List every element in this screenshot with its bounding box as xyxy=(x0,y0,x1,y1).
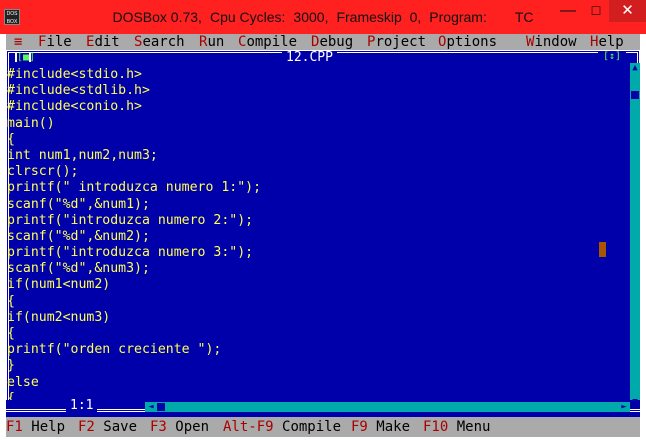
dos-screen: ≡ File Edit Search Run Compile Debug Pro… xyxy=(6,34,640,437)
title-cycles: 3000, xyxy=(293,9,329,25)
code-line[interactable]: printf("orden creciente "); xyxy=(7,342,607,358)
window-title: DOSBox 0.73, Cpu Cycles: 3000, Frameskip 0,… xyxy=(0,9,646,25)
status-make[interactable]: F9 Make xyxy=(351,420,410,434)
text-cursor xyxy=(599,242,606,257)
code-line[interactable]: int num1,num2,num3; xyxy=(7,148,607,164)
code-line[interactable]: #include<stdlib.h> xyxy=(7,83,607,99)
status-compile[interactable]: Alt-F9 Compile xyxy=(223,420,341,434)
code-line[interactable]: else xyxy=(7,375,607,391)
code-line[interactable]: if(num1<num2) xyxy=(7,277,607,293)
window-right-edge xyxy=(640,34,646,443)
menu-help[interactable]: Help xyxy=(590,35,624,49)
maximize-button[interactable]: ☐ xyxy=(583,0,609,22)
menu-options[interactable]: Options xyxy=(438,35,497,49)
scroll-up-arrow-icon[interactable]: ▲ xyxy=(630,63,640,73)
status-help[interactable]: F1 Help xyxy=(6,420,65,434)
title-program-label: Program: xyxy=(429,9,487,25)
code-line[interactable]: printf("introduzca numero 2:"); xyxy=(7,213,607,229)
code-line[interactable]: #include<stdio.h> xyxy=(7,67,607,83)
title-program: TC xyxy=(514,9,534,25)
code-line[interactable]: printf("introduzca numero 3:"); xyxy=(7,245,607,261)
close-button[interactable]: ✕ xyxy=(609,0,646,22)
editor-close-box[interactable]: [■] xyxy=(15,53,35,63)
title-cpu-label: Cpu Cycles: xyxy=(209,9,286,25)
vertical-scroll-thumb[interactable] xyxy=(631,91,639,99)
menu-compile[interactable]: Compile xyxy=(238,35,297,49)
menu-search[interactable]: Search xyxy=(134,35,185,49)
editor-zoom-box[interactable]: [↕] xyxy=(598,51,626,63)
menu-project[interactable]: Project xyxy=(367,35,426,49)
horizontal-scroll-thumb[interactable] xyxy=(157,403,165,411)
code-line[interactable]: main() xyxy=(7,116,607,132)
code-line[interactable]: if(num2<num3) xyxy=(7,310,607,326)
code-line[interactable]: clrscr(); xyxy=(7,164,607,180)
code-line[interactable]: scanf("%d",&num3); xyxy=(7,261,607,277)
menu-system[interactable]: ≡ xyxy=(14,35,22,49)
title-bar[interactable]: DOS BOX DOSBox 0.73, Cpu Cycles: 3000, Fram… xyxy=(0,0,646,34)
menu-file[interactable]: File xyxy=(38,35,72,49)
status-open[interactable]: F3 Open xyxy=(150,420,209,434)
scroll-right-arrow-icon[interactable]: ► xyxy=(618,402,630,412)
code-line[interactable]: } xyxy=(7,358,607,374)
cursor-position: 1:1 xyxy=(66,399,98,412)
code-line[interactable]: { xyxy=(7,326,607,342)
menu-debug[interactable]: Debug xyxy=(311,35,353,49)
code-line[interactable]: scanf("%d",&num1); xyxy=(7,197,607,213)
minimize-button[interactable]: — xyxy=(554,0,582,22)
vertical-scrollbar[interactable]: ▲ ▼ xyxy=(630,63,640,407)
status-bar: F1 Help F2 Save F3 Open Alt-F9 Compile F… xyxy=(6,417,640,437)
status-save[interactable]: F2 Save xyxy=(78,420,137,434)
code-line[interactable]: { xyxy=(7,132,607,148)
menu-bar: ≡ File Edit Search Run Compile Debug Pro… xyxy=(6,34,640,50)
scroll-left-arrow-icon[interactable]: ◄ xyxy=(145,402,157,412)
code-line[interactable]: printf(" introduzca numero 1:"); xyxy=(7,180,607,196)
title-app-name: DOSBox 0.73, xyxy=(112,9,202,25)
status-menu[interactable]: F10 Menu xyxy=(423,420,490,434)
code-line[interactable]: { xyxy=(7,294,607,310)
horizontal-scrollbar[interactable]: ◄ ► xyxy=(145,402,630,412)
code-line[interactable]: #include<conio.h> xyxy=(7,99,607,115)
menu-edit[interactable]: Edit xyxy=(86,35,120,49)
menu-run[interactable]: Run xyxy=(199,35,224,49)
title-frameskip: Frameskip 0, xyxy=(336,9,422,25)
code-line[interactable]: scanf("%d",&num2); xyxy=(7,229,607,245)
editor-filename: 12.CPP xyxy=(282,51,337,65)
code-editor[interactable]: #include<stdio.h> #include<stdlib.h> #incl… xyxy=(7,67,607,407)
menu-window[interactable]: Window xyxy=(526,35,577,49)
